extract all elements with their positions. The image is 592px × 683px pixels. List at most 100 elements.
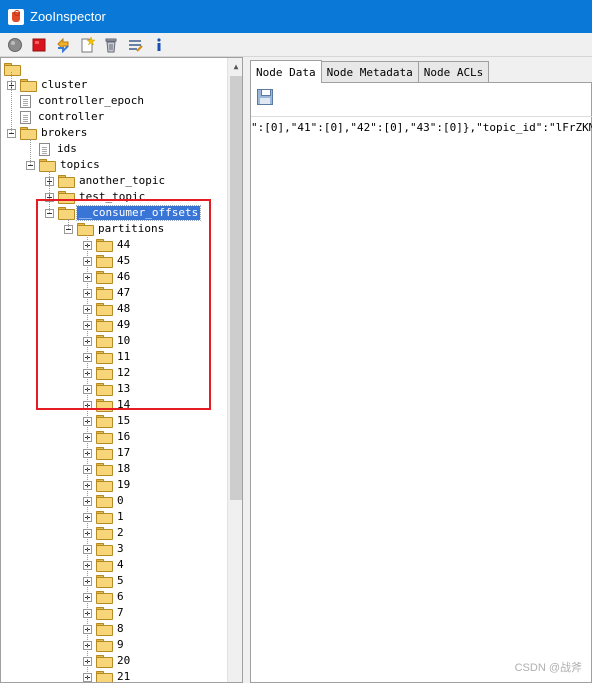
folder-icon <box>96 527 113 540</box>
tree-node[interactable]: 7 <box>83 605 126 621</box>
settings-button[interactable] <box>126 36 144 54</box>
tree-node-label[interactable]: 19 <box>115 478 132 492</box>
settings-icon <box>129 39 143 52</box>
tree-node-label[interactable]: 4 <box>115 558 126 572</box>
tree-node[interactable]: another_topic <box>45 173 167 189</box>
connect-button[interactable] <box>6 36 24 54</box>
folder-icon <box>96 623 113 636</box>
tree-node-label[interactable]: topics <box>58 158 102 172</box>
tree-node-label[interactable]: controller <box>36 110 106 124</box>
tree-node-label[interactable]: 7 <box>115 606 126 620</box>
folder-icon <box>20 79 37 92</box>
disconnect-button[interactable] <box>30 36 48 54</box>
tree-node-label[interactable]: 9 <box>115 638 126 652</box>
document-icon <box>39 142 50 156</box>
connect-icon <box>8 37 22 52</box>
document-icon <box>20 94 31 108</box>
delete-node-icon <box>105 38 117 52</box>
tree-node[interactable]: ids <box>26 141 79 157</box>
tree-guide-line <box>30 139 31 165</box>
info-button[interactable] <box>150 36 168 54</box>
tree-node-label[interactable]: 15 <box>115 414 132 428</box>
scroll-up-arrow-icon[interactable]: ▲ <box>228 58 242 74</box>
tree-node[interactable]: 15 <box>83 413 132 429</box>
save-icon[interactable] <box>257 89 273 105</box>
folder-icon <box>39 159 56 172</box>
title-bar: ZooInspector <box>0 0 592 33</box>
tree-node[interactable]: 3 <box>83 541 126 557</box>
add-node-button[interactable] <box>78 36 96 54</box>
tab-node-acls[interactable]: Node ACLs <box>417 61 490 83</box>
tree-node[interactable]: 2 <box>83 525 126 541</box>
tree-node-label[interactable]: brokers <box>39 126 89 140</box>
split-pane-divider[interactable] <box>243 57 250 683</box>
folder-icon <box>20 127 37 140</box>
folder-icon <box>96 415 113 428</box>
tree-node-label[interactable]: another_topic <box>77 174 167 188</box>
folder-icon <box>96 447 113 460</box>
tree-node-label[interactable]: 1 <box>115 510 126 524</box>
tree-node[interactable]: 18 <box>83 461 132 477</box>
tree-node[interactable]: 4 <box>83 557 126 573</box>
tree-node-label[interactable]: 21 <box>115 670 132 682</box>
document-icon <box>20 110 31 124</box>
tree-root[interactable] <box>4 61 23 77</box>
refresh-icon <box>57 37 69 53</box>
tree-node-label[interactable]: controller_epoch <box>36 94 146 108</box>
tree-node-label[interactable]: 0 <box>115 494 126 508</box>
tree-node-label[interactable]: 18 <box>115 462 132 476</box>
tree-node-label[interactable]: 20 <box>115 654 132 668</box>
tree-node[interactable]: 8 <box>83 621 126 637</box>
tab-node-metadata[interactable]: Node Metadata <box>320 61 419 83</box>
tree-node[interactable]: 21 <box>83 669 132 682</box>
toolbar <box>0 33 592 57</box>
tree-node[interactable]: 19 <box>83 477 132 493</box>
folder-icon <box>96 575 113 588</box>
node-data-text[interactable]: ":[0],"41":[0],"42":[0],"43":[0]},"topic… <box>251 116 592 136</box>
tree-node[interactable]: 1 <box>83 509 126 525</box>
tree-node-label[interactable]: 3 <box>115 542 126 556</box>
tree-node[interactable]: 5 <box>83 573 126 589</box>
tree-guide-line <box>11 72 12 133</box>
tree-node[interactable]: 6 <box>83 589 126 605</box>
node-detail-panel: Node Data Node Metadata Node ACLs ":[0],… <box>250 57 592 683</box>
tree-node-label[interactable]: cluster <box>39 78 89 92</box>
folder-icon <box>96 671 113 682</box>
folder-icon <box>96 463 113 476</box>
tree-node-label[interactable]: 2 <box>115 526 126 540</box>
tree-node-label[interactable]: 6 <box>115 590 126 604</box>
tree-node[interactable]: 17 <box>83 445 132 461</box>
disconnect-icon <box>32 38 46 51</box>
tree-node[interactable]: 16 <box>83 429 132 445</box>
tree-node-label[interactable]: 5 <box>115 574 126 588</box>
tree-node[interactable]: 0 <box>83 493 126 509</box>
folder-icon <box>96 543 113 556</box>
window-title: ZooInspector <box>30 9 106 24</box>
folder-icon <box>96 655 113 668</box>
refresh-button[interactable] <box>54 36 72 54</box>
delete-node-button[interactable] <box>102 36 120 54</box>
tree-node-label[interactable]: 8 <box>115 622 126 636</box>
tree-node[interactable]: topics <box>26 157 102 173</box>
tree-vertical-scrollbar[interactable]: ▲ <box>227 58 242 682</box>
node-data-panel: ":[0],"41":[0],"42":[0],"43":[0]},"topic… <box>250 82 592 683</box>
tree-node-label[interactable]: ids <box>55 142 79 156</box>
tree-node[interactable]: controller <box>7 109 106 125</box>
folder-icon <box>96 639 113 652</box>
tree-node-label[interactable]: 17 <box>115 446 132 460</box>
tree-node-label[interactable]: 16 <box>115 430 132 444</box>
tree-node[interactable]: 9 <box>83 637 126 653</box>
tree-node[interactable]: controller_epoch <box>7 93 146 109</box>
tree-node[interactable]: brokers <box>7 125 89 141</box>
folder-icon <box>96 479 113 492</box>
tree-node[interactable]: cluster <box>7 77 89 93</box>
info-icon <box>157 37 161 51</box>
folder-icon <box>96 511 113 524</box>
tab-node-data[interactable]: Node Data <box>250 60 322 83</box>
tree-node[interactable]: 20 <box>83 653 132 669</box>
scroll-thumb[interactable] <box>230 76 242 500</box>
add-node-icon <box>81 36 95 52</box>
detail-tabs: Node Data Node Metadata Node ACLs <box>250 60 490 83</box>
folder-icon <box>58 175 75 188</box>
folder-icon <box>96 607 113 620</box>
